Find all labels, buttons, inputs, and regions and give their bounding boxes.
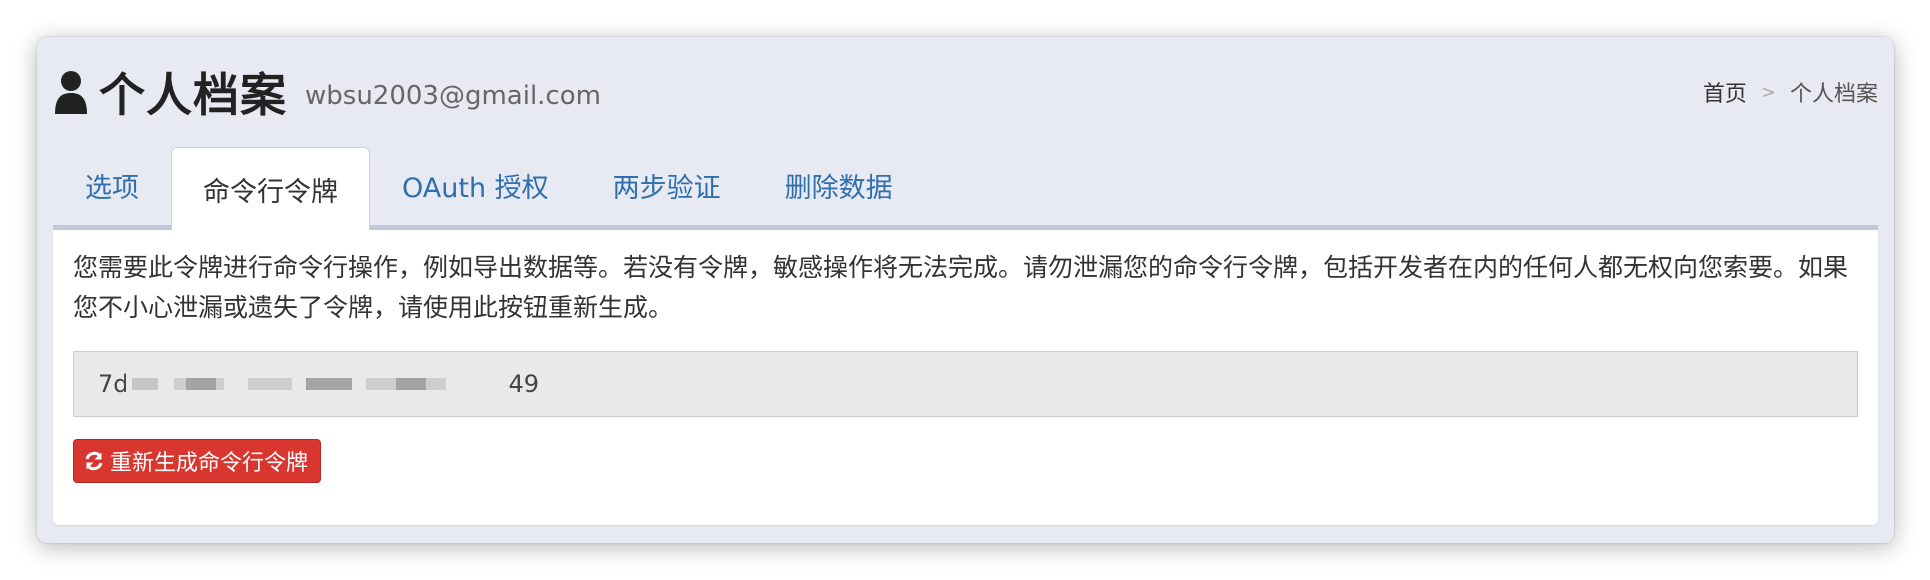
tab-oauth[interactable]: OAuth 授权 xyxy=(370,145,581,225)
profile-tabs: 选项 命令行令牌 OAuth 授权 两步验证 删除数据 xyxy=(53,142,1878,230)
tab-options[interactable]: 选项 xyxy=(53,145,171,225)
tab-label: 选项 xyxy=(85,172,139,204)
token-panel: 您需要此令牌进行命令行操作，例如导出数据等。若没有令牌，敏感操作将无法完成。请勿… xyxy=(53,230,1878,525)
breadcrumb-home-link[interactable]: 首页 xyxy=(1703,76,1747,108)
token-description: 您需要此令牌进行命令行操作，例如导出数据等。若没有令牌，敏感操作将无法完成。请勿… xyxy=(73,253,1849,322)
tab-delete-data[interactable]: 删除数据 xyxy=(753,145,925,225)
tab-two-factor[interactable]: 两步验证 xyxy=(581,145,753,225)
token-suffix: 49 xyxy=(508,370,540,398)
user-email: wbsu2003@gmail.com xyxy=(305,81,601,111)
tab-cli-token[interactable]: 命令行令牌 xyxy=(171,147,370,230)
regenerate-token-button[interactable]: 重新生成命令行令牌 xyxy=(73,439,322,483)
page-header: 个人档案 wbsu2003@gmail.com 首页 > 个人档案 xyxy=(53,57,1878,127)
token-field[interactable]: 7d 49 xyxy=(73,351,1858,417)
page-title: 个人档案 xyxy=(99,68,287,122)
title-group: 个人档案 wbsu2003@gmail.com xyxy=(53,57,601,127)
tab-label: OAuth 授权 xyxy=(402,172,549,204)
token-prefix: 7d xyxy=(98,370,129,398)
refresh-icon xyxy=(84,451,104,471)
token-redaction xyxy=(126,366,506,396)
token-value[interactable]: 7d 49 xyxy=(98,366,540,398)
profile-window: 个人档案 wbsu2003@gmail.com 首页 > 个人档案 选项 命令行… xyxy=(37,37,1894,543)
regenerate-button-label: 重新生成命令行令牌 xyxy=(110,451,309,476)
tab-label: 两步验证 xyxy=(612,172,721,204)
breadcrumb: 首页 > 个人档案 xyxy=(1703,57,1878,127)
tab-label: 删除数据 xyxy=(784,172,893,204)
user-icon xyxy=(53,70,89,114)
tab-label: 命令行令牌 xyxy=(203,176,338,208)
breadcrumb-current: 个人档案 xyxy=(1789,82,1878,107)
breadcrumb-separator: > xyxy=(1760,81,1776,103)
